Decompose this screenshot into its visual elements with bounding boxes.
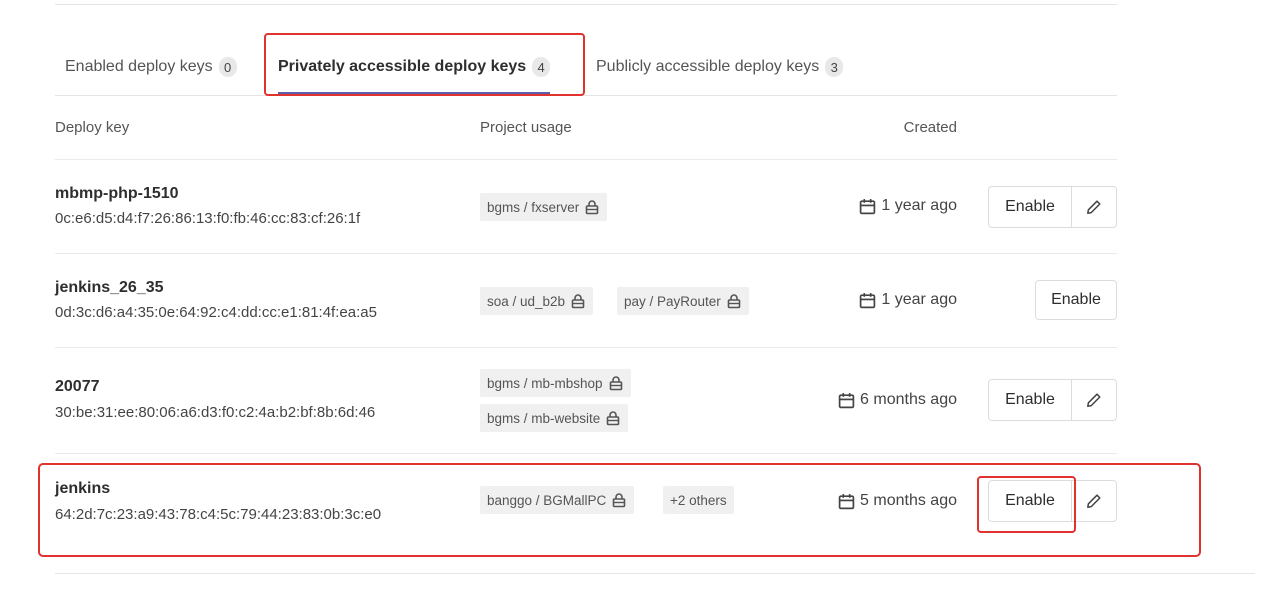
- project-name: bgms / mb-mbshop: [487, 375, 603, 391]
- deploy-key-title: jenkins: [55, 480, 111, 497]
- calendar-icon: [838, 392, 855, 408]
- lock-icon: [585, 200, 599, 215]
- lock-icon: [727, 294, 741, 309]
- table-row: jenkins_26_35 0d:3c:d6:a4:35:0e:64:92:c4…: [55, 254, 1117, 348]
- table-row: jenkins 64:2d:7c:23:a9:43:78:c4:5c:79:44…: [55, 454, 1117, 559]
- pencil-icon: [1087, 200, 1101, 214]
- deploy-key-fingerprint: 0c:e6:d5:d4:f7:26:86:13:f0:fb:46:cc:83:c…: [55, 210, 361, 227]
- edit-button[interactable]: [1071, 481, 1116, 521]
- tab-count-badge: 0: [218, 57, 237, 77]
- deploy-keys-tabs: Enabled deploy keys 0 Privately accessib…: [55, 40, 1117, 96]
- calendar-icon: [860, 292, 876, 308]
- row-actions: Enable: [988, 379, 1117, 421]
- tab-label: Privately accessible deploy keys: [278, 58, 527, 75]
- column-header-project-usage: Project usage: [480, 119, 572, 136]
- project-name: soa / ud_b2b: [487, 293, 566, 309]
- enable-button[interactable]: Enable: [1035, 280, 1117, 320]
- project-usage-pill[interactable]: pay / PayRouter: [617, 287, 749, 315]
- pencil-icon: [1087, 494, 1101, 508]
- project-name: bgms / fxserver: [487, 199, 580, 215]
- created-text: 1 year ago: [881, 291, 957, 308]
- row-actions: Enable: [988, 480, 1117, 522]
- project-name: bgms / mb-website: [487, 410, 601, 426]
- project-name: banggo / BGMallPC: [487, 492, 607, 508]
- tab-enabled-deploy-keys[interactable]: Enabled deploy keys 0: [65, 40, 237, 94]
- calendar-icon: [860, 198, 876, 214]
- created-date: 6 months ago: [838, 391, 957, 409]
- row-actions: Enable: [988, 186, 1117, 228]
- edit-button[interactable]: [1071, 380, 1116, 420]
- tab-label: Enabled deploy keys: [65, 58, 213, 75]
- deploy-key-fingerprint: 0d:3c:d6:a4:35:0e:64:92:c4:dd:cc:e1:81:4…: [55, 304, 377, 321]
- project-usage-pill[interactable]: bgms / mb-mbshop: [480, 369, 631, 397]
- created-date: 5 months ago: [838, 492, 957, 510]
- created-text: 5 months ago: [860, 492, 957, 509]
- calendar-icon: [838, 493, 855, 509]
- deploy-key-fingerprint: 64:2d:7c:23:a9:43:78:c4:5c:79:44:23:83:0…: [55, 506, 382, 523]
- lock-icon: [571, 294, 585, 309]
- deploy-key-title: jenkins_26_35: [55, 279, 164, 296]
- enable-button[interactable]: Enable: [989, 481, 1071, 521]
- created-date: 1 year ago: [859, 291, 957, 309]
- top-divider: [55, 4, 1117, 5]
- tab-publicly-accessible-deploy-keys[interactable]: Publicly accessible deploy keys 3: [596, 40, 844, 94]
- table-row: mbmp-php-1510 0c:e6:d5:d4:f7:26:86:13:f0…: [55, 160, 1117, 254]
- lock-icon: [606, 411, 620, 426]
- tab-count-badge: 4: [532, 57, 551, 77]
- enable-button[interactable]: Enable: [989, 187, 1071, 227]
- edit-button[interactable]: [1071, 187, 1116, 227]
- pencil-icon: [1087, 393, 1101, 407]
- lock-icon: [609, 376, 622, 391]
- tab-label: Publicly accessible deploy keys: [596, 58, 820, 75]
- column-header-created: Created: [903, 119, 957, 136]
- table-row: 20077 30:be:31:ee:80:06:a6:d3:f0:c2:4a:b…: [55, 348, 1117, 454]
- created-text: 1 year ago: [881, 197, 957, 214]
- tab-count-badge: 3: [825, 57, 844, 77]
- created-text: 6 months ago: [860, 391, 957, 408]
- others-pill[interactable]: +2 others: [663, 486, 734, 514]
- project-usage-pill[interactable]: bgms / mb-website: [480, 404, 629, 432]
- project-usage-pill[interactable]: banggo / BGMallPC: [480, 486, 635, 514]
- project-usage-pill[interactable]: soa / ud_b2b: [480, 287, 594, 315]
- deploy-key-title: mbmp-php-1510: [55, 185, 179, 202]
- created-date: 1 year ago: [859, 197, 957, 215]
- project-name: pay / PayRouter: [624, 293, 721, 309]
- column-header-deploy-key: Deploy key: [55, 119, 130, 136]
- enable-button[interactable]: Enable: [989, 380, 1071, 420]
- lock-icon: [613, 493, 626, 508]
- project-usage-pill[interactable]: bgms / fxserver: [480, 193, 608, 221]
- table-header: Deploy key Project usage Created: [55, 95, 1117, 160]
- deploy-key-fingerprint: 30:be:31:ee:80:06:a6:d3:f0:c2:4a:b2:bf:8…: [55, 404, 376, 421]
- deploy-key-title: 20077: [55, 378, 100, 395]
- bottom-divider: [55, 573, 1255, 574]
- tab-privately-accessible-deploy-keys[interactable]: Privately accessible deploy keys 4: [278, 40, 551, 95]
